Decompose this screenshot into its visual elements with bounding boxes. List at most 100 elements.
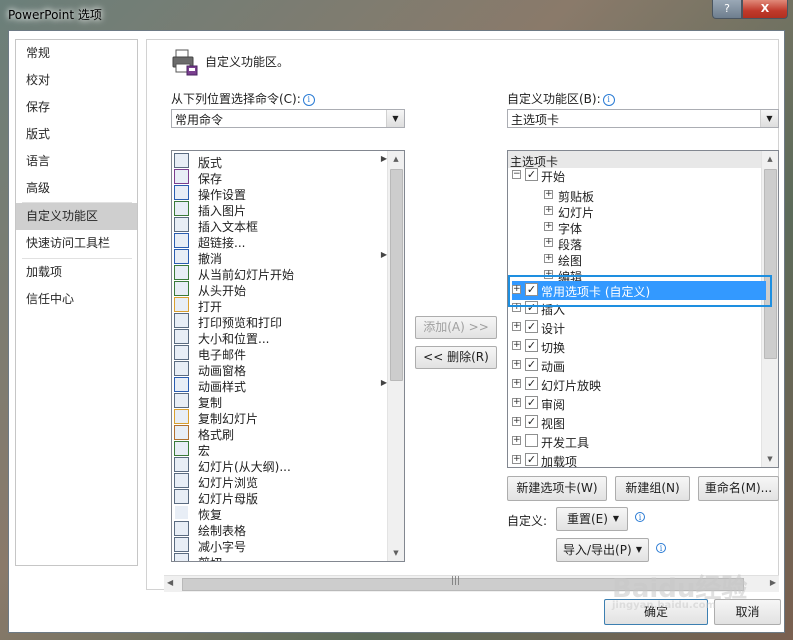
nav-item-general[interactable]: 常规 <box>16 40 137 67</box>
command-item[interactable]: 幻灯片浏览 <box>172 473 387 490</box>
command-item[interactable]: 动画样式 ▶ <box>172 377 387 394</box>
tree-row[interactable]: + ✓ 视图 <box>507 413 763 431</box>
close-button[interactable]: X <box>742 0 788 19</box>
checkbox-checked-icon[interactable]: ✓ <box>525 377 538 390</box>
checkbox-checked-icon[interactable]: ✓ <box>525 320 538 333</box>
command-item[interactable]: 从头开始 <box>172 281 387 298</box>
command-item[interactable]: 版式 ▶ <box>172 153 387 170</box>
checkbox-checked-icon[interactable]: ✓ <box>525 396 538 409</box>
tree-row[interactable]: + ✓ 切换 <box>507 337 763 355</box>
command-item[interactable]: 绘制表格 <box>172 521 387 538</box>
expand-icon[interactable]: + <box>512 436 521 445</box>
nav-item-customize-ribbon[interactable]: 自定义功能区 <box>16 203 137 230</box>
command-list-scrollbar[interactable]: ▲ ▼ <box>387 151 404 561</box>
expand-icon[interactable]: + <box>512 455 521 464</box>
info-icon[interactable]: i <box>602 93 615 106</box>
command-item[interactable]: 操作设置 <box>172 185 387 202</box>
dropdown-arrow-icon: ▼ <box>386 110 404 127</box>
checkbox-checked-icon[interactable]: ✓ <box>525 358 538 371</box>
collapse-icon[interactable]: − <box>512 170 521 179</box>
tree-row[interactable]: + ✓ 设计 <box>507 318 763 336</box>
command-item[interactable]: 插入图片 <box>172 201 387 218</box>
help-button[interactable]: ? <box>712 0 742 19</box>
command-item[interactable]: 大小和位置... <box>172 329 387 346</box>
info-icon[interactable]: i <box>302 93 315 106</box>
expand-icon[interactable]: + <box>544 222 553 231</box>
tree-row[interactable]: + ✓ 幻灯片放映 <box>507 375 763 393</box>
command-item[interactable]: 复制 <box>172 393 387 410</box>
command-icon <box>174 521 189 536</box>
remove-button[interactable]: << 删除(R) <box>415 346 497 369</box>
command-list[interactable]: 版式 ▶ 保存 操作设置 插入图片 插入文本框 超链接... 撤消 ▶ 从当前幻灯片开始 从头开始打… <box>171 150 405 562</box>
command-item[interactable]: 从当前幻灯片开始 <box>172 265 387 282</box>
tree-row[interactable]: − ✓ 开始 <box>507 166 763 184</box>
checkbox-checked-icon[interactable]: ✓ <box>525 339 538 352</box>
command-item[interactable]: 插入文本框 <box>172 217 387 234</box>
command-item[interactable]: 打开 <box>172 297 387 314</box>
info-icon[interactable]: i <box>656 543 666 553</box>
command-item[interactable]: 幻灯片母版 <box>172 489 387 506</box>
command-item[interactable]: 保存 <box>172 169 387 186</box>
command-item[interactable]: 动画窗格 <box>172 361 387 378</box>
new-tab-button[interactable]: 新建选项卡(W) <box>507 476 607 501</box>
tree-row[interactable]: + 开发工具 <box>507 432 763 450</box>
checkbox-checked-icon[interactable]: ✓ <box>525 415 538 428</box>
command-item[interactable]: 超链接... <box>172 233 387 250</box>
import-export-button[interactable]: 导入/导出(P) ▼ <box>556 538 649 562</box>
info-icon[interactable]: i <box>635 512 645 522</box>
customize-ribbon-combo[interactable]: 主选项卡 ▼ <box>507 109 779 128</box>
nav-item-trust-center[interactable]: 信任中心 <box>16 286 137 313</box>
expand-icon[interactable]: + <box>512 379 521 388</box>
expand-icon[interactable]: + <box>512 360 521 369</box>
command-item[interactable]: 撤消 ▶ <box>172 249 387 266</box>
checkbox-checked-icon[interactable]: ✓ <box>525 168 538 181</box>
reset-button[interactable]: 重置(E) ▼ <box>556 507 628 531</box>
command-item[interactable]: 复制幻灯片 <box>172 409 387 426</box>
command-item[interactable]: 打印预览和打印 <box>172 313 387 330</box>
nav-item-language[interactable]: 语言 <box>16 148 137 175</box>
expand-icon[interactable]: + <box>512 398 521 407</box>
scroll-down-icon[interactable]: ▼ <box>388 545 404 561</box>
expand-icon[interactable]: + <box>512 322 521 331</box>
nav-item-layout[interactable]: 版式 <box>16 121 137 148</box>
expand-icon[interactable]: + <box>512 341 521 350</box>
expand-icon[interactable]: + <box>512 417 521 426</box>
nav-item-quick-access-toolbar[interactable]: 快速访问工具栏 <box>16 230 137 257</box>
dropdown-arrow-icon: ▼ <box>635 545 642 554</box>
rename-button[interactable]: 重命名(M)... <box>698 476 779 501</box>
command-item[interactable]: 宏 <box>172 441 387 458</box>
scroll-left-icon[interactable]: ◀ <box>167 578 173 587</box>
checkbox-unchecked-icon[interactable] <box>525 434 538 447</box>
command-icon <box>174 329 189 344</box>
nav-item-proofing[interactable]: 校对 <box>16 67 137 94</box>
nav-item-addins[interactable]: 加载项 <box>16 259 137 286</box>
checkbox-checked-icon[interactable]: ✓ <box>525 453 538 466</box>
scroll-thumb[interactable] <box>764 169 777 359</box>
command-item[interactable]: 减小字号 <box>172 537 387 554</box>
add-button[interactable]: 添加(A) >> <box>415 316 497 339</box>
expand-icon[interactable]: + <box>544 254 553 263</box>
command-item[interactable]: 格式刷 <box>172 425 387 442</box>
scroll-up-icon[interactable]: ▲ <box>388 151 404 167</box>
nav-item-save[interactable]: 保存 <box>16 94 137 121</box>
command-item[interactable]: 恢复 <box>172 505 387 522</box>
command-item[interactable]: 幻灯片(从大纲)... <box>172 457 387 474</box>
command-item[interactable]: 电子邮件 <box>172 345 387 362</box>
choose-commands-combo[interactable]: 常用命令 ▼ <box>171 109 405 128</box>
scroll-right-icon[interactable]: ▶ <box>770 578 776 587</box>
options-nav: 常规 校对 保存 版式 语言 高级 自定义功能区 快速访问工具栏 加载项 信任中… <box>15 39 138 566</box>
nav-item-advanced[interactable]: 高级 <box>16 175 137 202</box>
tree-row[interactable]: + ✓ 动画 <box>507 356 763 374</box>
command-icon <box>174 553 189 561</box>
tree-row[interactable]: + ✓ 审阅 <box>507 394 763 412</box>
expand-icon[interactable]: + <box>544 206 553 215</box>
scroll-thumb[interactable] <box>390 169 403 381</box>
tree-row[interactable]: + ✓ 加载项 <box>507 451 763 468</box>
scroll-up-icon[interactable]: ▲ <box>762 151 778 167</box>
expand-icon[interactable]: + <box>544 238 553 247</box>
command-item[interactable]: 剪切 <box>172 553 387 561</box>
scroll-down-icon[interactable]: ▼ <box>762 451 778 467</box>
expand-icon[interactable]: + <box>544 190 553 199</box>
new-group-button[interactable]: 新建组(N) <box>615 476 690 501</box>
ribbon-tree-scrollbar[interactable]: ▲ ▼ <box>761 151 778 467</box>
